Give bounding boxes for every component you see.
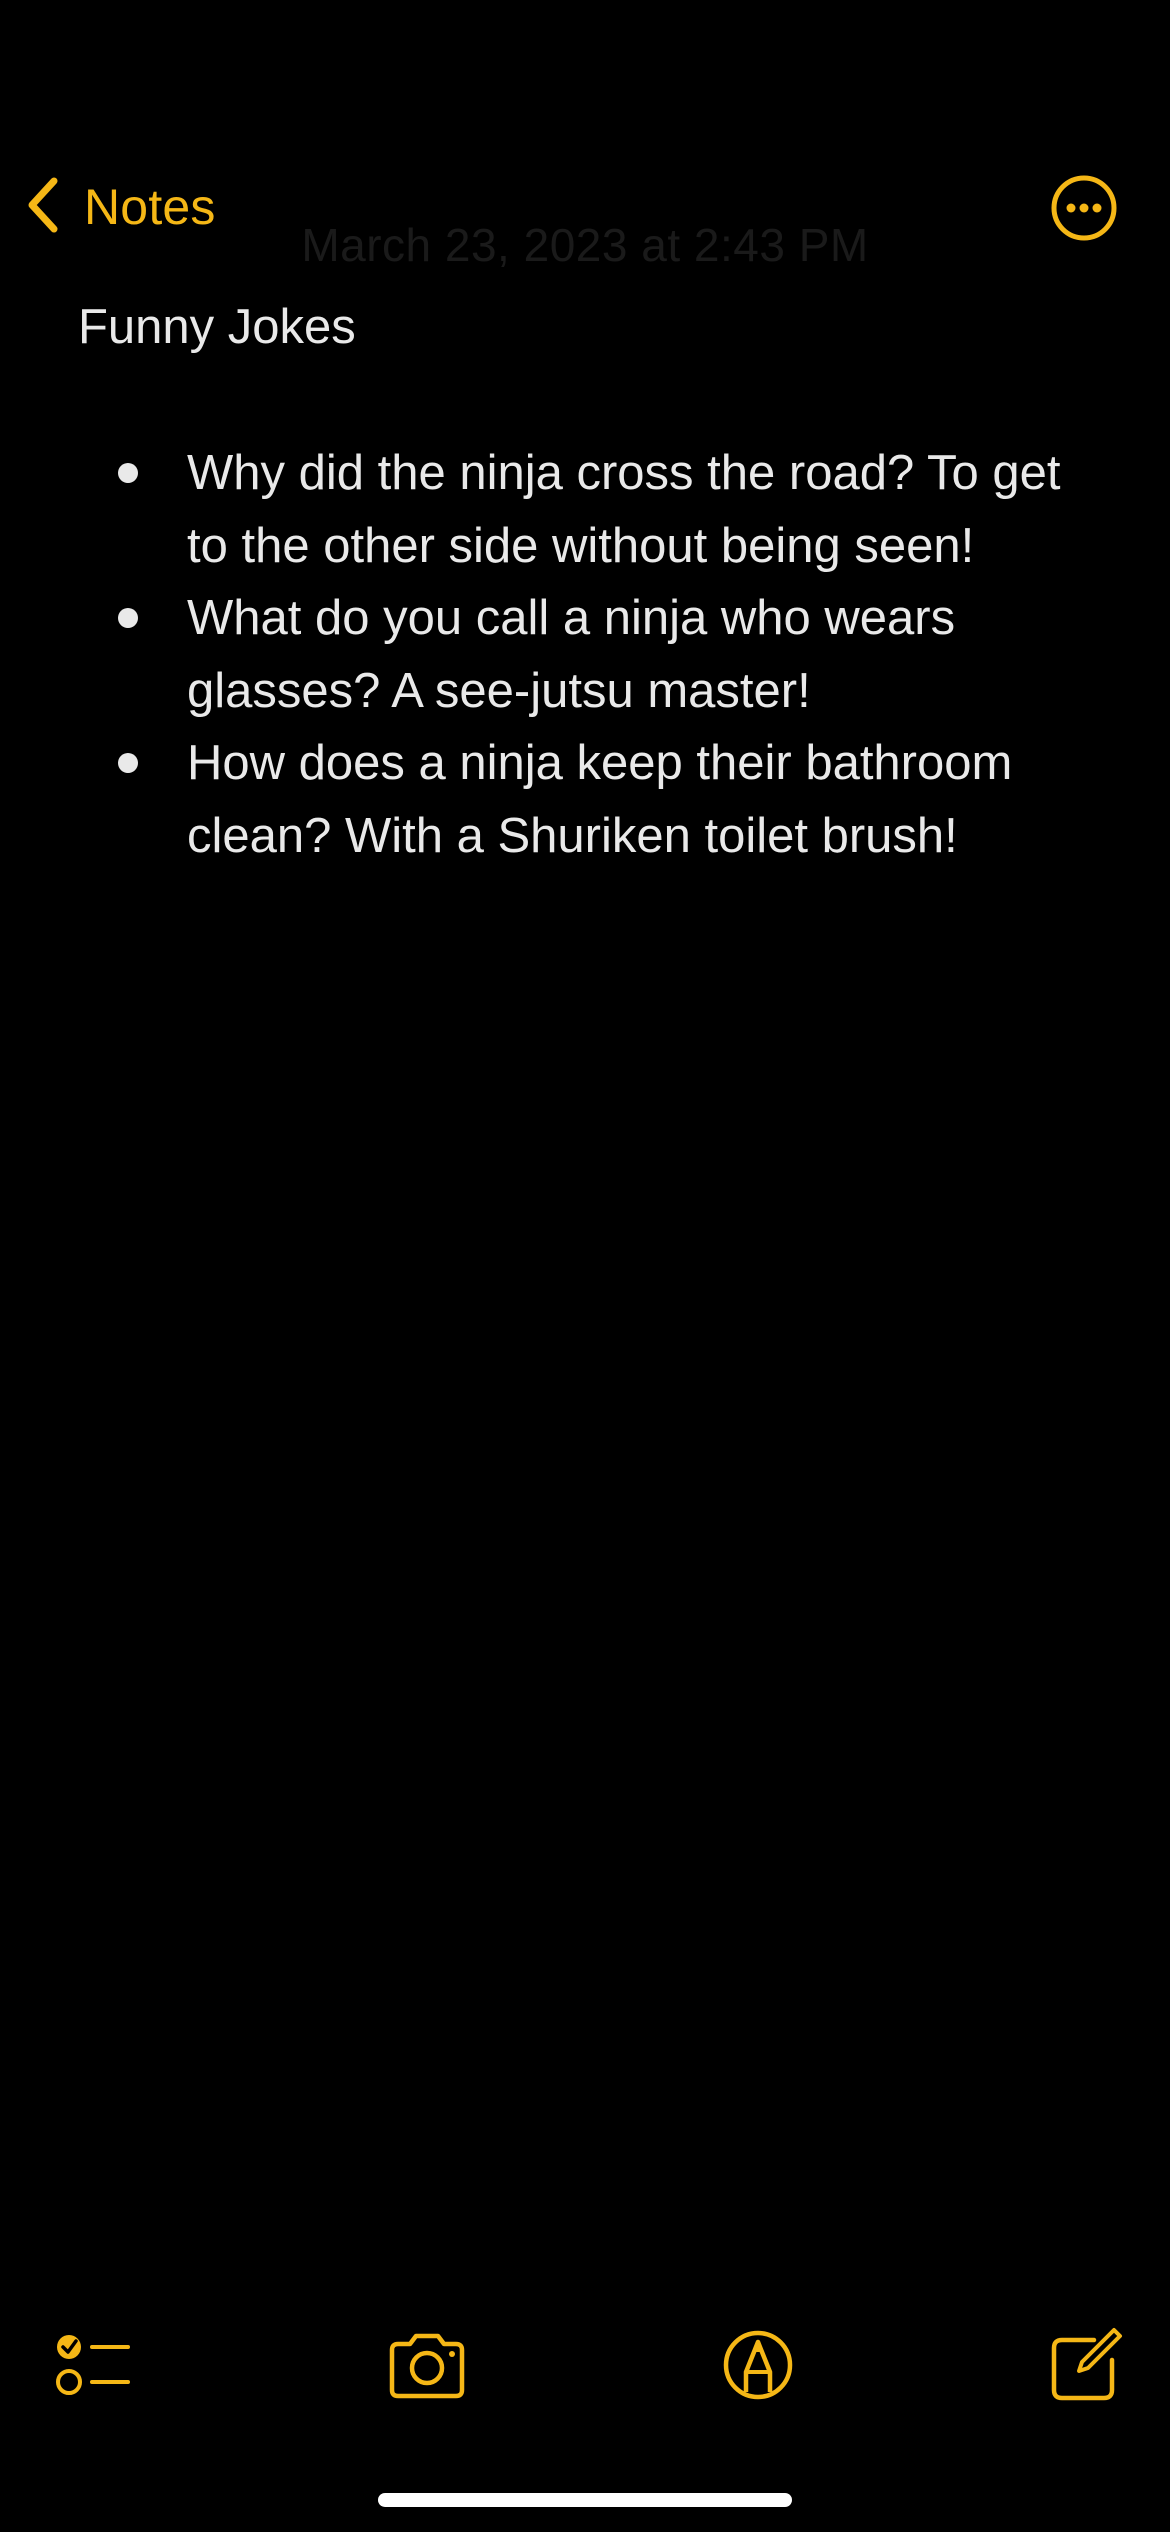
- list-item-text: What do you call a ninja who wears glass…: [187, 591, 956, 718]
- note-date-label: March 23, 2023 at 2:43 PM: [301, 219, 869, 271]
- compose-button[interactable]: [1038, 2320, 1128, 2410]
- camera-icon: [389, 2333, 465, 2399]
- bullet-icon: [118, 463, 138, 483]
- compose-icon: [1051, 2328, 1122, 2401]
- home-indicator[interactable]: [378, 2493, 792, 2507]
- list-item-text: Why did the ninja cross the road? To get…: [187, 446, 1061, 573]
- list-item[interactable]: How does a ninja keep their bathroom cle…: [0, 727, 1170, 872]
- camera-button[interactable]: [382, 2320, 472, 2410]
- markup-pen-icon: [723, 2330, 793, 2400]
- bullet-icon: [118, 753, 138, 773]
- more-options-button[interactable]: [1050, 174, 1118, 242]
- list-item[interactable]: What do you call a ninja who wears glass…: [0, 582, 1170, 727]
- list-item[interactable]: Why did the ninja cross the road? To get…: [0, 437, 1170, 582]
- joke-list: Why did the ninja cross the road? To get…: [0, 437, 1170, 872]
- bullet-icon: [118, 608, 138, 628]
- markup-button[interactable]: [713, 2320, 803, 2410]
- checklist-icon: [56, 2335, 130, 2395]
- list-item-text: How does a ninja keep their bathroom cle…: [187, 736, 1013, 863]
- note-title[interactable]: Funny Jokes: [78, 297, 356, 357]
- ellipsis-circle-icon: [1051, 175, 1117, 241]
- checklist-button[interactable]: [48, 2320, 138, 2410]
